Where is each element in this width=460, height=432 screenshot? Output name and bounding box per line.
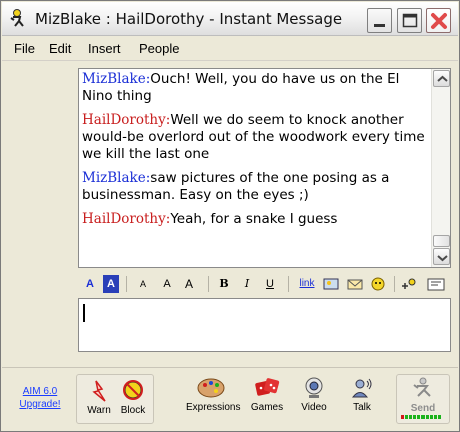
chevron-up-icon [437, 75, 448, 82]
background-color-button[interactable]: A [103, 275, 119, 293]
conversation-pane[interactable]: MizBlake:Ouch! Well, you do have us on t… [78, 68, 451, 268]
sender-name: HailDorothy [82, 112, 166, 128]
underline-button[interactable]: U [262, 275, 278, 293]
video-button[interactable]: Video [292, 374, 336, 422]
upgrade-line-2: Upgrade! [19, 399, 61, 410]
send-running-man-icon [413, 377, 431, 397]
add-buddy-button[interactable] [401, 275, 419, 293]
smiley-icon [371, 277, 385, 291]
games-button[interactable]: Games [245, 374, 289, 422]
upgrade-line-1: AIM 6.0 [22, 386, 58, 397]
sender-name: MizBlake [82, 170, 146, 186]
toolbar-divider [126, 276, 127, 292]
normal-font-button[interactable]: A [159, 275, 175, 293]
add-buddy-icon [402, 278, 416, 289]
message: HailDorothy:Well we do seem to knock ano… [82, 112, 427, 163]
envelope-icon [347, 279, 363, 290]
message-compose-input[interactable] [78, 298, 451, 352]
window-title: MizBlake : HailDorothy - Instant Message [35, 10, 343, 28]
video-label: Video [301, 402, 327, 413]
block-label: Block [120, 405, 146, 416]
picture-icon [323, 278, 339, 290]
title-bar[interactable]: MizBlake : HailDorothy - Instant Message [2, 2, 458, 36]
aim-running-man-icon [10, 9, 24, 27]
scroll-up-button[interactable] [433, 70, 450, 87]
talk-button[interactable]: Talk [340, 374, 384, 422]
dice-icon [255, 378, 280, 396]
menu-file[interactable]: File [14, 41, 35, 56]
message: MizBlake:Ouch! Well, you do have us on t… [82, 71, 427, 105]
minimize-icon [374, 24, 385, 27]
italic-button[interactable]: I [239, 275, 255, 293]
block-icon [123, 380, 143, 400]
insert-link-button[interactable]: link [296, 275, 318, 293]
insert-picture-button[interactable] [322, 275, 340, 293]
expressions-button[interactable]: Expressions [186, 374, 241, 422]
talk-label: Talk [353, 402, 371, 413]
im-window: MizBlake : HailDorothy - Instant Message… [0, 0, 460, 432]
close-icon [431, 13, 447, 29]
scroll-thumb[interactable] [433, 235, 450, 247]
text-caret [83, 304, 85, 322]
smaller-font-button[interactable]: A [134, 275, 152, 293]
send-label: Send [410, 403, 436, 414]
conversation-log: MizBlake:Ouch! Well, you do have us on t… [82, 71, 427, 235]
menu-insert[interactable]: Insert [88, 41, 121, 56]
buddy-info-button[interactable] [426, 275, 446, 293]
minimize-button[interactable] [367, 8, 392, 33]
info-card-icon [427, 278, 445, 291]
expressions-label: Expressions [186, 402, 241, 413]
text-color-button[interactable]: A [82, 275, 98, 293]
bold-button[interactable]: B [216, 275, 232, 293]
paint-palette-icon [197, 378, 225, 398]
sender-name: HailDorothy [82, 211, 166, 227]
maximize-icon [402, 13, 418, 28]
action-bar: AIM 6.0 Upgrade! Warn Block Expressions … [2, 367, 458, 431]
maximize-button[interactable] [397, 8, 422, 33]
message: HailDorothy:Yeah, for a snake I guess [82, 211, 427, 228]
message-text: Yeah, for a snake I guess [170, 211, 338, 227]
aim-upgrade-link[interactable]: AIM 6.0 Upgrade! [12, 385, 68, 411]
sender-name: MizBlake [82, 71, 146, 87]
menu-bar: File Edit Insert People [2, 37, 458, 61]
menu-edit[interactable]: Edit [49, 41, 71, 56]
block-button[interactable]: Block [111, 377, 155, 425]
message: MizBlake:saw pictures of the one posing … [82, 170, 427, 204]
menu-people[interactable]: People [139, 41, 179, 56]
chevron-down-icon [437, 255, 448, 262]
toolbar-divider [208, 276, 209, 292]
insert-smiley-button[interactable] [369, 275, 387, 293]
warn-block-group: Warn Block [76, 374, 154, 424]
toolbar-divider [288, 276, 289, 292]
scroll-down-button[interactable] [433, 248, 450, 265]
warn-lightning-icon [92, 380, 106, 402]
insert-email-button[interactable] [346, 275, 364, 293]
warning-level-meter [401, 415, 441, 419]
webcam-icon [305, 377, 323, 398]
formatting-toolbar: A A A A A B I U link [76, 273, 453, 295]
games-label: Games [250, 402, 284, 413]
talk-person-icon [351, 378, 372, 398]
conversation-scrollbar[interactable] [431, 69, 450, 267]
toolbar-divider [394, 276, 395, 292]
larger-font-button[interactable]: A [179, 275, 199, 293]
close-button[interactable] [426, 8, 451, 33]
